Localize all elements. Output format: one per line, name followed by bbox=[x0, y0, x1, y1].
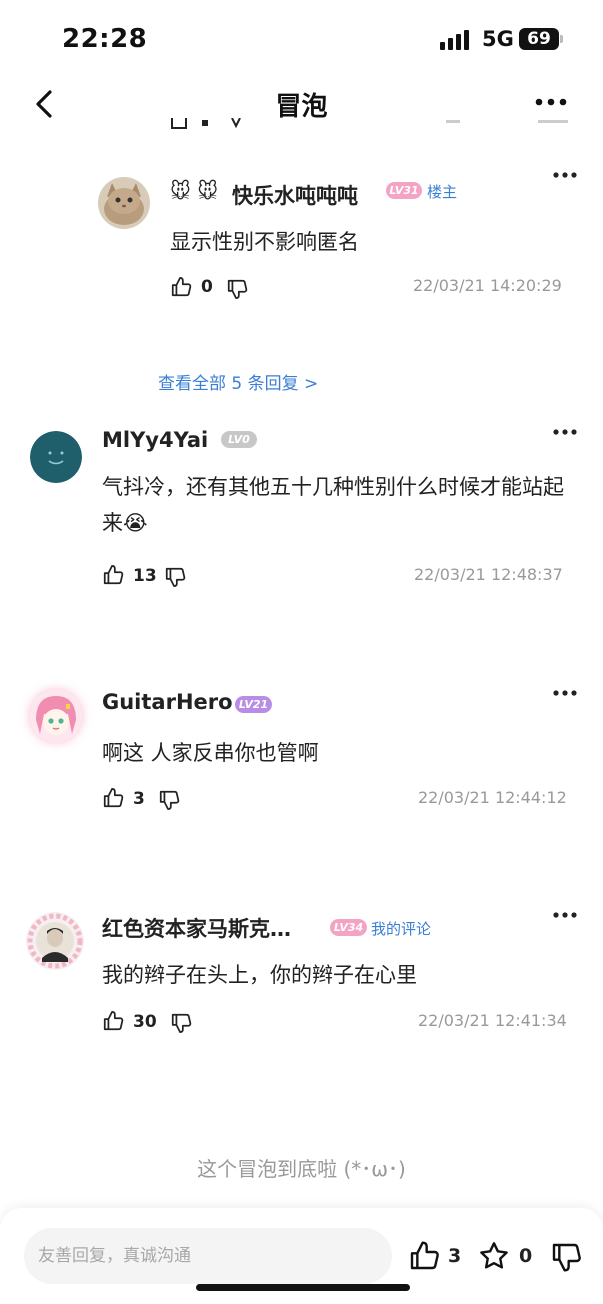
more-options-icon[interactable] bbox=[552, 427, 578, 437]
battery-tip bbox=[560, 35, 563, 43]
home-indicator[interactable] bbox=[196, 1284, 410, 1291]
more-options-icon[interactable] bbox=[552, 688, 578, 698]
portrait-avatar-image bbox=[26, 912, 84, 970]
timestamp: 22/03/21 12:41:34 bbox=[418, 1011, 567, 1030]
network-label: 5G bbox=[482, 27, 514, 51]
timestamp: 22/03/21 12:48:37 bbox=[414, 565, 563, 584]
level-badge: LV0 bbox=[221, 431, 257, 448]
avatar[interactable] bbox=[30, 690, 82, 742]
back-arrow-icon[interactable] bbox=[30, 88, 62, 120]
more-menu-icon[interactable] bbox=[534, 90, 568, 114]
username[interactable]: MlYy4Yai bbox=[102, 428, 208, 452]
comment-text: 我的辫子在头上，你的辫子在心里 bbox=[102, 963, 417, 987]
thumbs-down-icon[interactable] bbox=[226, 278, 248, 300]
comment-text: 显示性别不影响匿名 bbox=[170, 230, 359, 254]
thumbs-down-icon[interactable] bbox=[170, 1012, 192, 1034]
like-count: 0 bbox=[201, 277, 213, 297]
scrolled-off-action-row bbox=[171, 118, 568, 129]
thumbs-up-icon[interactable] bbox=[408, 1240, 440, 1272]
avatar[interactable] bbox=[30, 431, 82, 483]
user-emoji-badges: 🐭 🐭 bbox=[170, 179, 219, 203]
level-badge: LV31 bbox=[386, 182, 422, 199]
like-count: 30 bbox=[133, 1012, 157, 1032]
username[interactable]: 红色资本家马斯克… bbox=[102, 913, 291, 943]
thumbs-up-icon[interactable] bbox=[102, 787, 124, 809]
signal-icon bbox=[440, 30, 469, 50]
smiley-avatar-image bbox=[30, 431, 82, 483]
thumbs-up-icon[interactable] bbox=[170, 276, 192, 298]
reply-input[interactable] bbox=[24, 1228, 392, 1284]
more-options-icon[interactable] bbox=[552, 170, 578, 180]
post-like-count: 3 bbox=[448, 1245, 462, 1267]
star-icon[interactable] bbox=[478, 1240, 510, 1272]
status-time: 22:28 bbox=[62, 24, 148, 54]
thumbs-down-icon[interactable] bbox=[550, 1241, 582, 1273]
view-all-replies-link[interactable]: 查看全部 5 条回复 > bbox=[158, 369, 318, 394]
post-star-count: 0 bbox=[519, 1245, 533, 1267]
comment-text: 气抖冷，还有其他五十几种性别什么时候才能站起来😭 bbox=[102, 475, 564, 535]
timestamp: 22/03/21 12:44:12 bbox=[418, 788, 567, 807]
thumbs-down-icon[interactable] bbox=[158, 789, 180, 811]
comment-text: 啊这 人家反串你也管啊 bbox=[102, 741, 319, 765]
like-count: 3 bbox=[133, 789, 145, 809]
username[interactable]: GuitarHero bbox=[102, 690, 233, 714]
anime-girl-avatar-image bbox=[30, 690, 82, 742]
thumbs-up-icon[interactable] bbox=[102, 564, 124, 586]
more-options-icon[interactable] bbox=[552, 910, 578, 920]
level-badge: LV21 bbox=[235, 696, 272, 713]
cat-avatar-image bbox=[98, 177, 150, 229]
avatar[interactable] bbox=[26, 912, 84, 970]
my-comment-tag: 我的评论 bbox=[371, 920, 432, 938]
level-badge: LV34 bbox=[330, 919, 367, 936]
avatar[interactable] bbox=[98, 177, 150, 229]
end-of-thread-note: 这个冒泡到底啦 (*･ω･) bbox=[197, 1157, 406, 1181]
op-tag: 楼主 bbox=[427, 183, 458, 201]
like-count: 13 bbox=[133, 566, 157, 586]
thumbs-down-icon[interactable] bbox=[164, 566, 186, 588]
battery-icon: 69 bbox=[519, 28, 559, 50]
timestamp: 22/03/21 14:20:29 bbox=[413, 276, 562, 295]
username[interactable]: 快乐水吨吨吨 bbox=[232, 180, 358, 210]
thumbs-up-icon[interactable] bbox=[102, 1010, 124, 1032]
